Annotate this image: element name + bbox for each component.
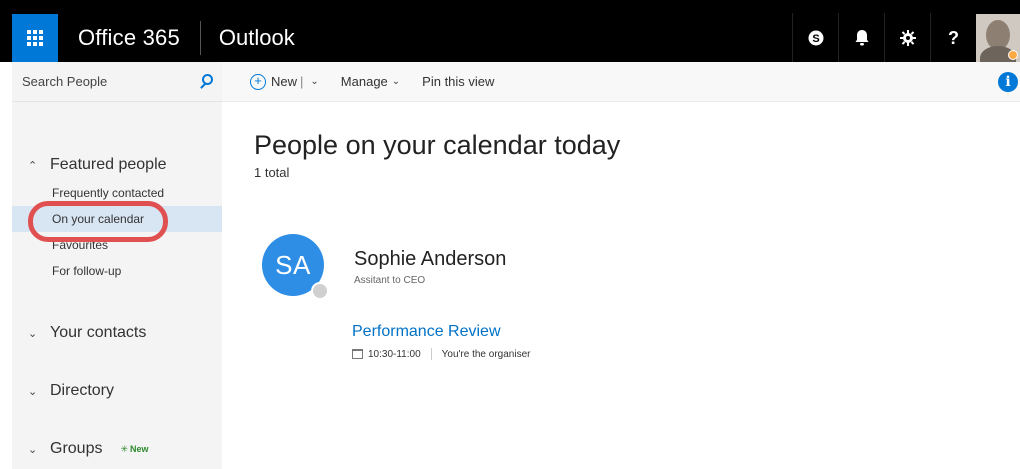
chevron-down-icon: ⌄ bbox=[391, 76, 401, 87]
presence-status-icon bbox=[1008, 49, 1018, 60]
skype-button[interactable]: S bbox=[792, 13, 838, 63]
calendar-icon bbox=[352, 349, 363, 359]
new-button[interactable]: + New | ⌄ bbox=[250, 62, 319, 102]
gear-icon bbox=[899, 30, 916, 46]
left-panel: Search People ⌃ Featured people Frequent… bbox=[12, 62, 222, 469]
svg-text:S: S bbox=[812, 33, 819, 45]
app-title[interactable]: Outlook bbox=[219, 25, 295, 51]
pin-label: Pin this view bbox=[422, 74, 495, 89]
add-icon: + bbox=[250, 73, 266, 90]
contact-initials: SA bbox=[275, 249, 311, 280]
manage-button[interactable]: Manage ⌄ bbox=[341, 62, 400, 102]
event-title-link[interactable]: Performance Review bbox=[352, 323, 501, 341]
chevron-down-icon: ⌄ bbox=[28, 443, 38, 456]
info-icon[interactable]: i bbox=[998, 72, 1018, 92]
nav-groups-label: Groups bbox=[50, 440, 103, 457]
chevron-down-icon[interactable]: ⌄ bbox=[310, 76, 318, 87]
office-365-brand[interactable]: Office 365 bbox=[78, 25, 180, 51]
contact-role: Assitant to CEO bbox=[354, 275, 426, 286]
skype-icon: S bbox=[808, 30, 823, 46]
search-box[interactable]: Search People bbox=[12, 62, 222, 102]
bell-icon bbox=[855, 30, 868, 46]
top-bar: Office 365 Outlook S ? bbox=[0, 0, 1020, 63]
new-separator: | bbox=[300, 74, 304, 89]
command-bar: + New | ⌄ Manage ⌄ Pin this view i bbox=[222, 62, 1020, 102]
chevron-up-icon: ⌃ bbox=[28, 159, 38, 172]
nav-directory-label: Directory bbox=[50, 382, 115, 399]
search-input[interactable]: Search People bbox=[22, 74, 198, 89]
event-time: 10:30-11:00 bbox=[368, 348, 421, 360]
nav-item-for-follow-up[interactable]: For follow-up bbox=[12, 258, 222, 284]
new-label: New bbox=[271, 74, 298, 89]
meta-divider bbox=[430, 348, 432, 360]
app-launcher-icon bbox=[27, 30, 43, 46]
manage-label: Manage bbox=[340, 74, 388, 89]
main-content: People on your calendar today 1 total SA… bbox=[222, 102, 1020, 469]
page-title: People on your calendar today bbox=[254, 130, 621, 160]
contact-name[interactable]: Sophie Anderson bbox=[354, 248, 506, 271]
help-button[interactable]: ? bbox=[930, 13, 976, 63]
chevron-down-icon: ⌄ bbox=[28, 327, 38, 340]
pin-this-view-button[interactable]: Pin this view bbox=[422, 62, 494, 102]
nav-your-contacts-label: Your contacts bbox=[50, 324, 147, 341]
new-badge: ✳ New bbox=[120, 444, 148, 455]
nav-groups[interactable]: ⌄ Groups ✳ New bbox=[12, 434, 222, 464]
people-nav: ⌃ Featured people Frequently contacted O… bbox=[12, 102, 222, 464]
nav-featured-people[interactable]: ⌃ Featured people bbox=[12, 150, 222, 180]
new-badge-label: New bbox=[130, 443, 149, 454]
contact-presence-icon bbox=[311, 282, 329, 300]
nav-your-contacts[interactable]: ⌄ Your contacts bbox=[12, 318, 222, 348]
chevron-down-icon: ⌄ bbox=[28, 385, 38, 398]
notifications-button[interactable] bbox=[838, 13, 884, 63]
settings-button[interactable] bbox=[884, 13, 930, 63]
sparkle-icon: ✳ bbox=[120, 443, 129, 454]
topbar-divider bbox=[199, 21, 201, 55]
app-launcher-button[interactable] bbox=[12, 13, 58, 63]
nav-featured-label: Featured people bbox=[50, 156, 167, 173]
annotation-highlight bbox=[28, 201, 168, 242]
event-meta: 10:30-11:00 You're the organiser bbox=[352, 348, 530, 360]
help-icon: ? bbox=[948, 27, 959, 48]
search-icon[interactable] bbox=[198, 73, 216, 91]
nav-directory[interactable]: ⌄ Directory bbox=[12, 376, 222, 406]
user-avatar[interactable] bbox=[976, 13, 1020, 63]
event-organiser: You're the organiser bbox=[441, 348, 531, 360]
total-count: 1 total bbox=[254, 165, 290, 180]
